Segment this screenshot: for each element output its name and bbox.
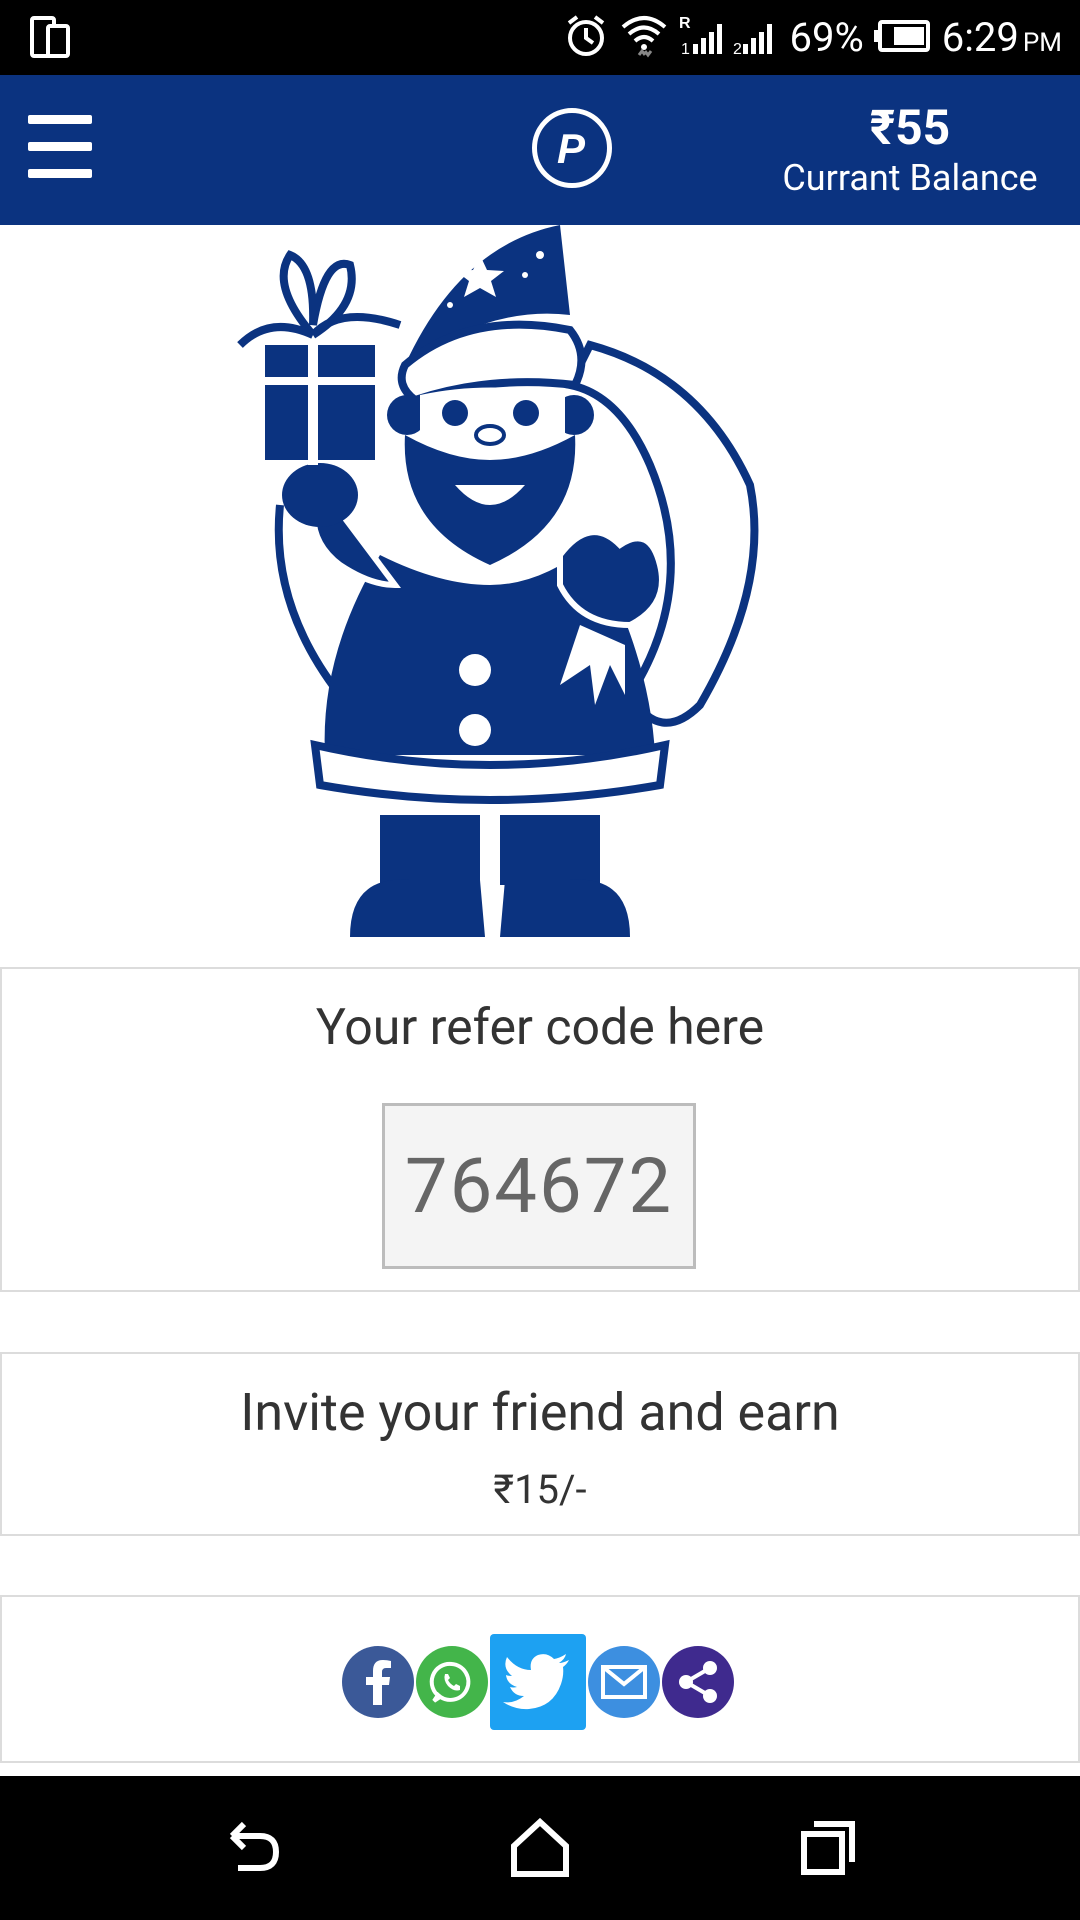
alarm-icon bbox=[563, 13, 609, 63]
twitter-icon[interactable] bbox=[490, 1634, 586, 1730]
signal-icon: R 1 2 bbox=[679, 14, 779, 62]
status-bar: R 1 2 69% 6:29 PM bbox=[0, 0, 1080, 75]
whatsapp-icon[interactable] bbox=[416, 1646, 488, 1718]
menu-icon-line bbox=[28, 169, 92, 178]
svg-text:1: 1 bbox=[681, 41, 690, 58]
app-logo-icon: P bbox=[532, 108, 612, 188]
invite-title: Invite your friend and earn bbox=[240, 1382, 840, 1443]
email-icon[interactable] bbox=[588, 1646, 660, 1718]
facebook-icon[interactable] bbox=[342, 1646, 414, 1718]
svg-text:2: 2 bbox=[733, 41, 742, 58]
refer-code-card: Your refer code here 764672 bbox=[0, 967, 1080, 1292]
logo-letter: P bbox=[557, 125, 586, 172]
invite-amount: ₹15/- bbox=[493, 1466, 587, 1513]
recents-icon[interactable] bbox=[792, 1812, 864, 1884]
refer-code-title: Your refer code here bbox=[315, 999, 765, 1057]
back-icon[interactable] bbox=[216, 1812, 288, 1884]
device-icon bbox=[30, 16, 72, 64]
navigation-bar bbox=[0, 1776, 1080, 1920]
wifi-icon bbox=[619, 11, 669, 65]
share-options bbox=[342, 1632, 734, 1732]
clock-suffix: PM bbox=[1022, 28, 1062, 58]
share-card bbox=[0, 1595, 1080, 1763]
santa-illustration bbox=[230, 225, 850, 937]
invite-card: Invite your friend and earn ₹15/- bbox=[0, 1352, 1080, 1536]
current-balance: ₹55 Currant Balance bbox=[770, 100, 1050, 200]
clock: 6:29 PM bbox=[942, 14, 1062, 61]
balance-amount: ₹55 bbox=[869, 99, 951, 156]
menu-icon-line bbox=[28, 115, 92, 124]
balance-label: Currant Balance bbox=[782, 157, 1038, 199]
home-icon[interactable] bbox=[504, 1812, 576, 1884]
refer-code-value[interactable]: 764672 bbox=[382, 1103, 696, 1269]
menu-icon-line bbox=[28, 142, 92, 151]
share-icon[interactable] bbox=[662, 1646, 734, 1718]
battery-percentage: 69% bbox=[789, 14, 864, 61]
svg-text:R: R bbox=[679, 15, 691, 32]
clock-time: 6:29 bbox=[941, 14, 1019, 61]
menu-button[interactable] bbox=[28, 115, 94, 185]
battery-icon bbox=[873, 19, 932, 57]
